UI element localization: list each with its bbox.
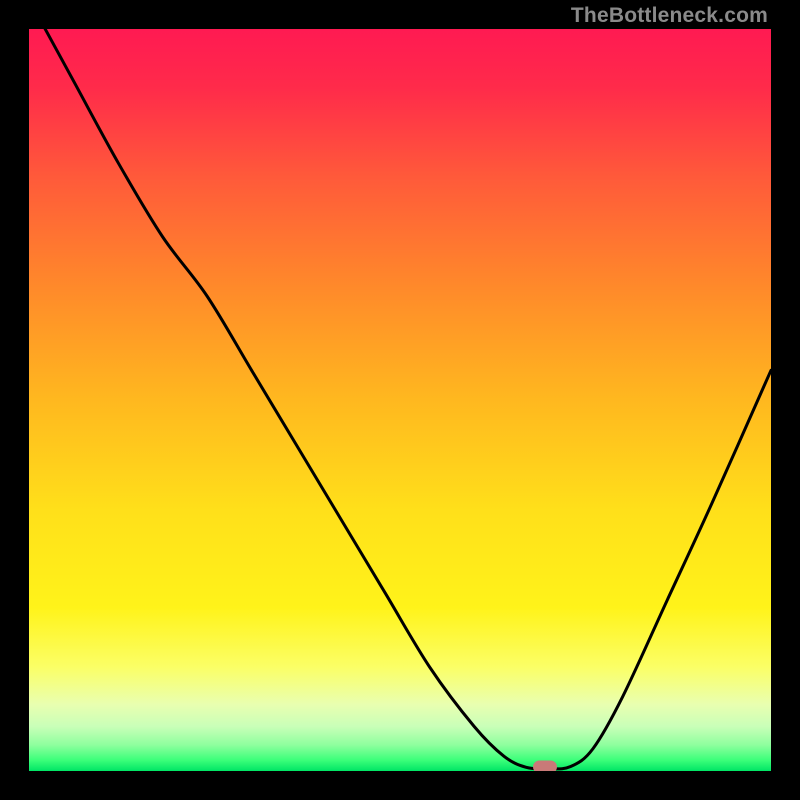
chart-frame: TheBottleneck.com bbox=[0, 0, 800, 800]
watermark-text: TheBottleneck.com bbox=[571, 4, 768, 28]
optimal-marker bbox=[533, 760, 557, 771]
plot-area bbox=[29, 29, 771, 771]
bottleneck-curve bbox=[29, 29, 771, 771]
